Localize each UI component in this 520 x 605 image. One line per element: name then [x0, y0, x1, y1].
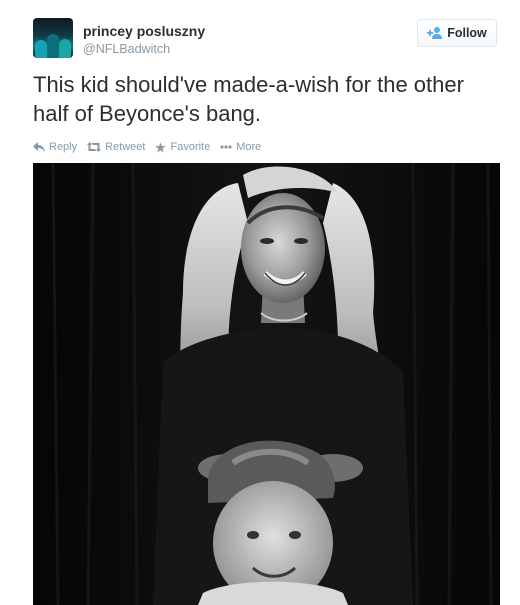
more-action[interactable]: More [220, 141, 261, 153]
reply-action[interactable]: Reply [33, 141, 77, 153]
ellipsis-icon [220, 145, 232, 149]
reply-label: Reply [49, 141, 78, 153]
photo-illustration [33, 163, 500, 605]
user-handle[interactable]: @NFLBadwitch [83, 42, 170, 56]
favorite-label: Favorite [170, 141, 211, 153]
tweet-card: princey posluszny @NFLBadwitch Follow Th… [0, 0, 520, 605]
tweet-actions: Reply Retweet Favorite More [33, 140, 271, 154]
tweet-text: This kid should've made-a-wish for the o… [33, 72, 464, 126]
retweet-icon [87, 142, 102, 152]
more-label: More [236, 141, 262, 153]
follow-button-label: Follow [447, 26, 487, 40]
retweet-action[interactable]: Retweet [87, 141, 145, 153]
star-icon [155, 141, 167, 153]
avatar[interactable] [33, 18, 73, 58]
retweet-label: Retweet [105, 141, 146, 153]
reply-icon [33, 142, 45, 152]
user-display-name[interactable]: princey posluszny [83, 23, 205, 39]
follow-button[interactable]: Follow [417, 19, 497, 47]
favorite-action[interactable]: Favorite [155, 141, 210, 153]
tweet-photo[interactable] [33, 163, 500, 605]
add-user-icon [427, 26, 443, 40]
